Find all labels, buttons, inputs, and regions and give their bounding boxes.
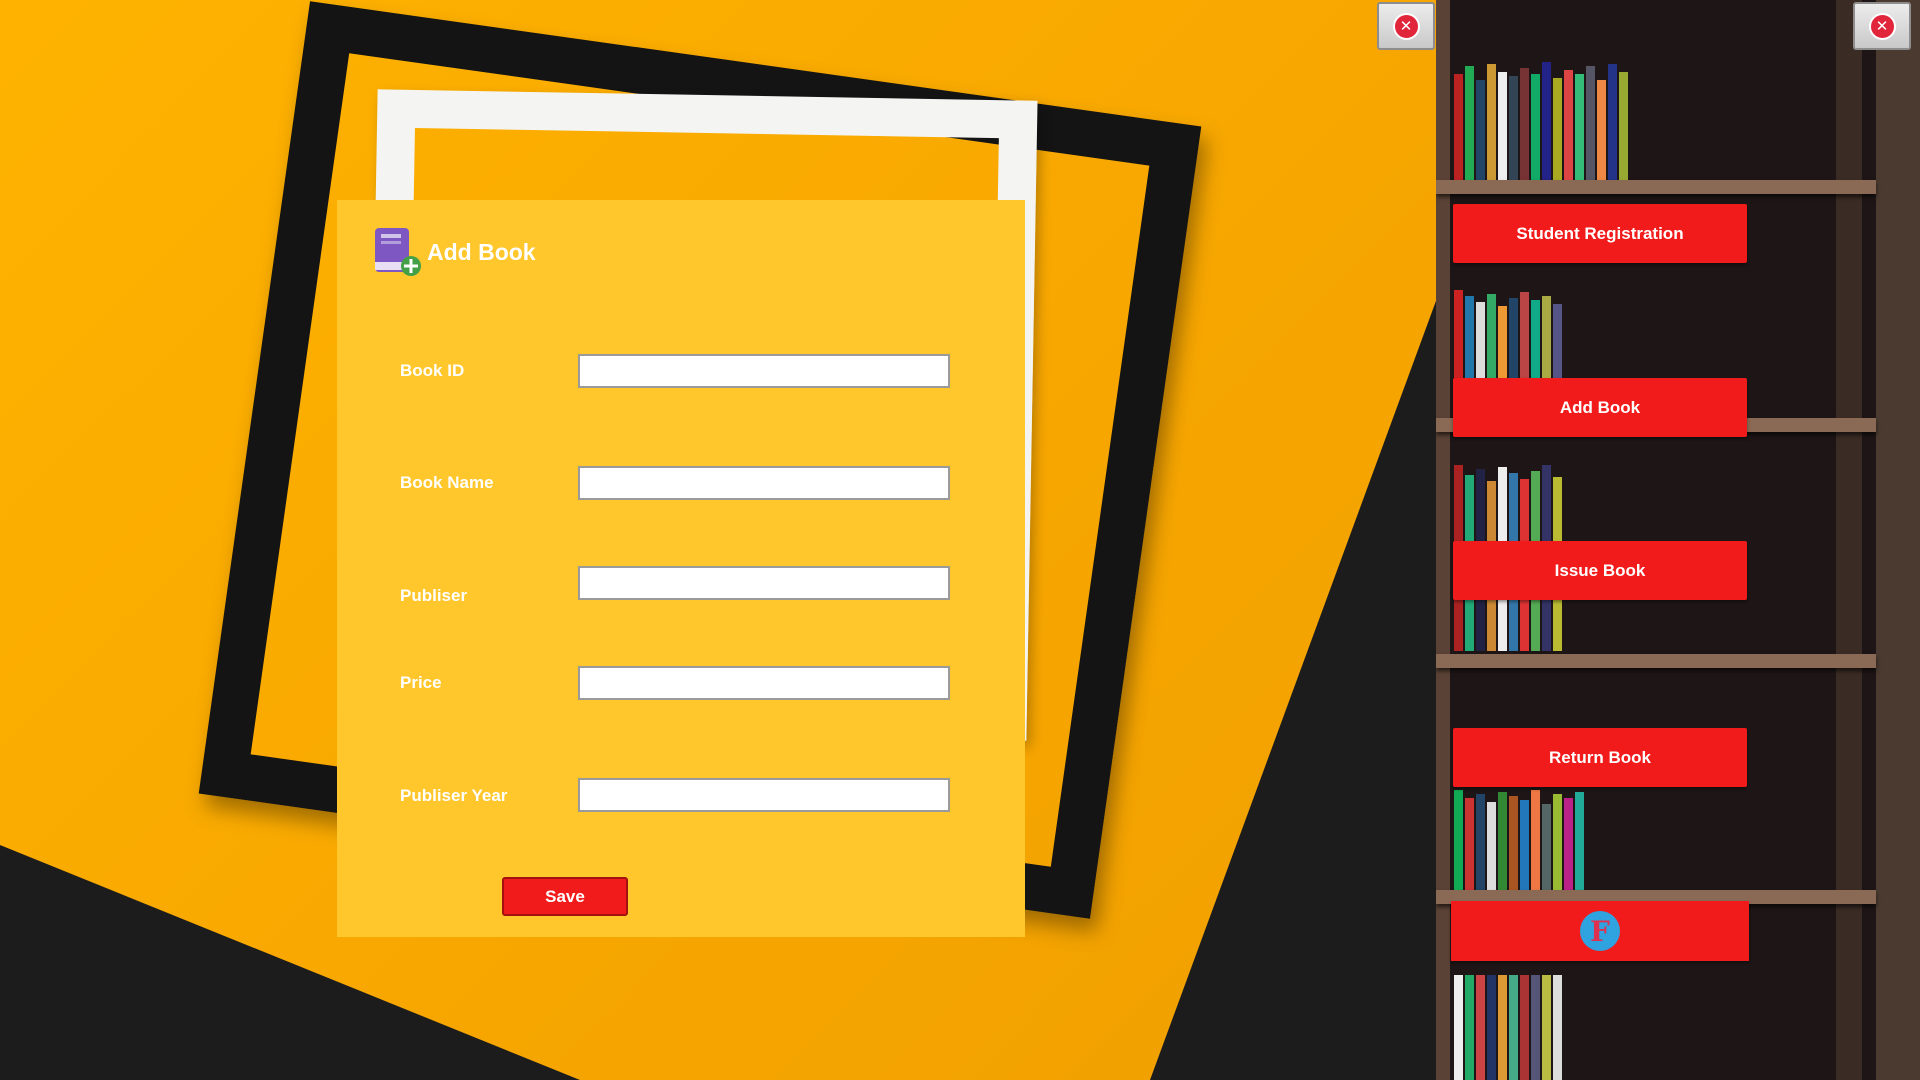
close-form-button[interactable]: ✕ [1377,2,1435,50]
form-title: Add Book [427,238,536,265]
shelf-plank [1436,180,1876,194]
return-book-button[interactable]: Return Book [1453,728,1747,787]
issue-book-button[interactable]: Issue Book [1453,541,1747,600]
shelf-side-wall [1876,0,1920,1080]
books-row-4 [1454,790,1584,890]
book-id-input[interactable] [578,354,950,388]
save-button[interactable]: Save [502,877,628,916]
book-name-input[interactable] [578,466,950,500]
book-name-label: Book Name [400,473,494,492]
shelf-plank [1436,654,1876,668]
publisher-year-input[interactable] [578,778,950,812]
price-label: Price [400,673,442,692]
publisher-year-label: Publiser Year [400,786,508,805]
student-registration-button[interactable]: Student Registration [1453,204,1747,263]
add-book-form: Add Book Book ID Book Name Publiser Pric… [337,200,1025,937]
close-icon: ✕ [1392,12,1420,40]
shelf-post-right [1836,0,1862,1080]
logo-button[interactable]: F [1451,901,1749,961]
app-logo-icon: F [1580,911,1620,951]
publisher-input[interactable] [578,566,950,600]
books-row-5 [1454,975,1562,1080]
publisher-label: Publiser [400,586,468,605]
add-book-nav-button[interactable]: Add Book [1453,378,1747,437]
form-header: Add Book [373,226,536,278]
close-window-button[interactable]: ✕ [1853,2,1911,50]
shelf-post-left [1436,0,1450,1080]
price-input[interactable] [578,666,950,700]
book-id-label: Book ID [400,361,465,380]
add-book-icon [373,226,423,278]
close-icon: ✕ [1868,12,1896,40]
books-row-1 [1454,62,1628,184]
books-row-2 [1454,290,1562,386]
